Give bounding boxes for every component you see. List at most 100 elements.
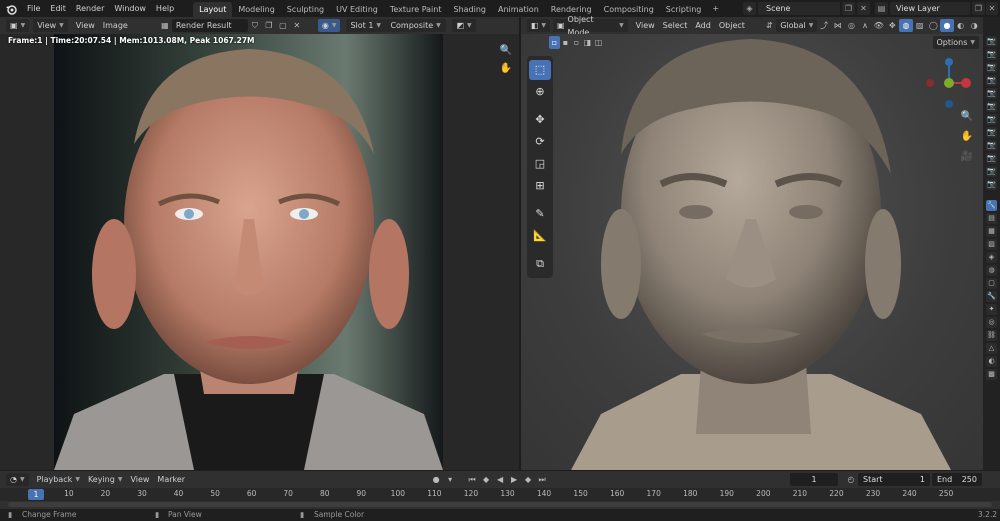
end-frame-field[interactable]: End 250 [932,473,982,486]
tab-uv-editing[interactable]: UV Editing [330,2,384,17]
menu-select[interactable]: Select [659,19,692,32]
wireframe-shading-icon[interactable]: ◯ [926,19,940,32]
annotate-tool-icon[interactable]: ✎ [529,204,551,224]
tab-scripting[interactable]: Scripting [660,2,708,17]
select-intersect-icon[interactable]: ◫ [593,36,604,49]
tab-sculpting[interactable]: Sculpting [281,2,330,17]
menu-keying[interactable]: Keying ▼ [84,473,127,486]
xray-icon[interactable]: ▨ [913,19,927,32]
prev-keyframe-icon[interactable]: ◆ [479,473,493,486]
sample-tool-button[interactable]: ◩ ▼ [452,19,476,32]
view-layer-name-field[interactable]: View Layer [890,2,970,15]
view-layer-browse-icon[interactable]: ▤ [875,2,888,15]
display-channels-button[interactable]: ◉ ▼ [317,19,341,32]
rotate-tool-icon[interactable]: ⟳ [529,132,551,152]
tab-shading[interactable]: Shading [447,2,492,17]
snap-icon[interactable]: ⋈ [831,19,845,32]
pan-hand-icon[interactable]: ✋ [497,60,515,78]
3d-viewport[interactable] [521,34,983,470]
jump-start-icon[interactable]: ⏮ [465,473,479,486]
image-name-field[interactable]: Render Result [171,19,248,32]
properties-data-icon[interactable]: △ [986,343,997,354]
slot-select[interactable]: Slot 1 ▼ [346,19,387,32]
menu-window[interactable]: Window [109,0,151,17]
add-cube-tool-icon[interactable]: ⧉ [529,254,551,274]
properties-output-icon[interactable]: ▦ [986,226,997,237]
menu-marker[interactable]: Marker [153,473,189,486]
orientation-select[interactable]: Global ▼ [776,19,818,32]
collection-camera-icon[interactable]: 📷 [986,114,997,125]
zoom-icon[interactable]: 🔍 [497,42,515,60]
scene-browse-icon[interactable]: ◈ [743,2,756,15]
collection-camera-icon[interactable]: 📷 [986,153,997,164]
properties-world-icon[interactable]: ◍ [986,265,997,276]
scene-name-field[interactable]: Scene [758,2,840,15]
tab-modeling[interactable]: Modeling [232,2,280,17]
gizmo-toggle-icon[interactable]: ✥ [886,19,900,32]
menu-add[interactable]: Add [691,19,715,32]
tab-animation[interactable]: Animation [492,2,545,17]
jump-end-icon[interactable]: ⏭ [535,473,549,486]
editor-type-button[interactable]: ▣ ▼ [6,19,30,32]
collection-camera-icon[interactable]: 📷 [986,49,997,60]
collection-camera-icon[interactable]: 📷 [986,101,997,112]
pivot-icon[interactable]: ⤴ [817,19,831,32]
scale-tool-icon[interactable]: ◲ [529,154,551,174]
transform-tool-icon[interactable]: ⊞ [529,176,551,196]
new-view-layer-icon[interactable]: ❐ [972,2,985,15]
properties-material-icon[interactable]: ◐ [986,356,997,367]
menu-edit[interactable]: Edit [45,0,71,17]
overlays-icon[interactable]: ◍ [899,19,913,32]
properties-modifier-icon[interactable]: 🔧 [986,291,997,302]
properties-view-layer-icon[interactable]: ▨ [986,239,997,250]
viewport-pan-icon[interactable]: ✋ [958,128,976,146]
collection-camera-icon[interactable]: 📷 [986,127,997,138]
current-frame-field[interactable]: 1 [790,473,838,486]
falloff-icon[interactable]: ∧ [858,19,872,32]
play-reverse-icon[interactable]: ◀ [493,473,507,486]
cursor-tool-icon[interactable]: ⊕ [529,82,551,102]
visibility-icon[interactable]: 👁 [872,19,886,32]
collection-camera-icon[interactable]: 📷 [986,140,997,151]
play-icon[interactable]: ▶ [507,473,521,486]
start-frame-field[interactable]: Start 1 [858,473,930,486]
fake-user-shield-icon[interactable]: ⛉ [248,19,262,32]
timeline-scrollbar[interactable] [8,502,992,507]
next-keyframe-icon[interactable]: ◆ [521,473,535,486]
properties-tool-icon[interactable]: 🔧 [986,200,997,211]
collection-camera-icon[interactable]: 📷 [986,36,997,47]
select-invert-icon[interactable]: ◨ [582,36,593,49]
collection-camera-icon[interactable]: 📷 [986,179,997,190]
editor-type-3d-button[interactable]: ◧ ▼ [526,19,551,32]
properties-scene-icon[interactable]: ◈ [986,252,997,263]
record-icon[interactable]: ● [429,473,443,486]
measure-tool-icon[interactable]: 📐 [529,226,551,246]
delete-view-layer-icon[interactable]: ✕ [986,2,998,15]
collection-camera-icon[interactable]: 📷 [986,75,997,86]
properties-constraints-icon[interactable]: ⛓ [986,330,997,341]
collection-camera-icon[interactable]: 📷 [986,166,997,177]
select-subtract-icon[interactable]: ▫ [571,36,582,49]
pass-select[interactable]: Composite ▼ [386,19,447,32]
blender-logo-icon[interactable] [4,2,18,16]
current-frame-indicator[interactable]: 1 [28,489,44,500]
menu-image[interactable]: Image [99,19,132,32]
rendered-shading-icon[interactable]: ◑ [967,19,981,32]
material-shading-icon[interactable]: ◐ [954,19,968,32]
menu-object[interactable]: Object [715,19,749,32]
viewport-zoom-icon[interactable]: 🔍 [958,108,976,126]
delete-scene-icon[interactable]: ✕ [857,2,870,15]
view-mode-select[interactable]: View ▼ [33,19,68,32]
transform-orientation-icon[interactable]: ⇵ [763,19,777,32]
properties-object-icon[interactable]: ▢ [986,278,997,289]
menu-help[interactable]: Help [151,0,179,17]
object-mode-select[interactable]: ▣ Object Mode ▼ [552,15,628,37]
solid-shading-icon[interactable]: ● [940,19,954,32]
auto-key-dropdown-icon[interactable]: ▾ [443,473,457,486]
menu-file[interactable]: File [22,0,45,17]
move-tool-icon[interactable]: ✥ [529,110,551,130]
frame-ruler[interactable]: 1 10 20 30 40 50 60 70 80 90 100 110 120 130 140 150 16… [0,488,1000,501]
menu-playback[interactable]: Playback ▼ [33,473,84,486]
select-new-icon[interactable]: ▫ [549,35,560,49]
tab-layout[interactable]: Layout [193,2,233,17]
